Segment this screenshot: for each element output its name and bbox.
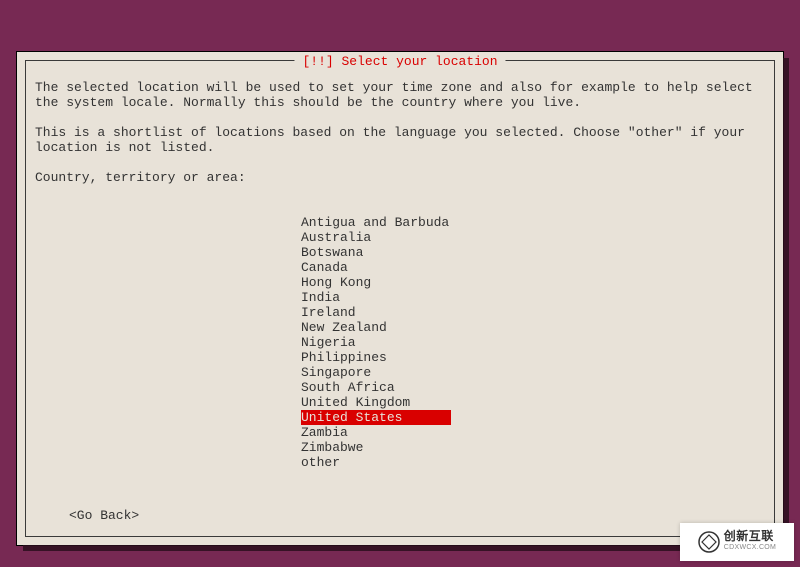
watermark-cn: 创新互联 — [724, 530, 776, 542]
watermark-logo-icon — [698, 531, 720, 553]
location-item[interactable]: Australia — [301, 230, 457, 245]
location-item[interactable]: Zimbabwe — [301, 440, 457, 455]
location-item[interactable]: Singapore — [301, 365, 457, 380]
location-dialog: [!!] Select your location The selected l… — [16, 51, 784, 546]
location-item[interactable]: Botswana — [301, 245, 457, 260]
location-item[interactable]: Philippines — [301, 350, 457, 365]
go-back-button[interactable]: <Go Back> — [69, 508, 139, 523]
watermark-text: 创新互联 CDXWCX.COM — [724, 530, 776, 554]
dialog-shadow-bottom — [23, 545, 789, 551]
watermark-en: CDXWCX.COM — [724, 542, 776, 554]
dialog-title: [!!] Select your location — [294, 54, 505, 69]
location-item[interactable]: South Africa — [301, 380, 457, 395]
dialog-shadow-right — [783, 58, 789, 551]
location-item[interactable]: Hong Kong — [301, 275, 457, 290]
location-item[interactable]: other — [301, 455, 457, 470]
location-item[interactable]: United Kingdom — [301, 395, 457, 410]
location-item[interactable]: India — [301, 290, 457, 305]
dialog-paragraph-1: The selected location will be used to se… — [35, 80, 765, 110]
location-item[interactable]: Ireland — [301, 305, 457, 320]
location-item[interactable]: Canada — [301, 260, 457, 275]
location-list[interactable]: Antigua and BarbudaAustraliaBotswanaCana… — [301, 215, 457, 470]
location-item[interactable]: New Zealand — [301, 320, 457, 335]
location-item[interactable]: Zambia — [301, 425, 457, 440]
dialog-content: The selected location will be used to se… — [35, 80, 765, 200]
location-item[interactable]: United States — [301, 410, 451, 425]
location-item[interactable]: Nigeria — [301, 335, 457, 350]
watermark: 创新互联 CDXWCX.COM — [680, 523, 794, 561]
dialog-paragraph-2: This is a shortlist of locations based o… — [35, 125, 765, 155]
dialog-prompt: Country, territory or area: — [35, 170, 765, 185]
location-item[interactable]: Antigua and Barbuda — [301, 215, 457, 230]
